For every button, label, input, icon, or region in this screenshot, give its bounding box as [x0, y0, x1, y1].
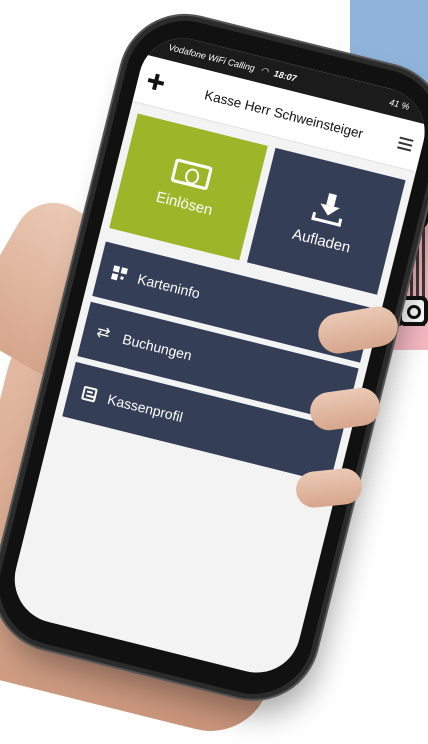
banknote-icon [170, 157, 214, 191]
menu-item-label: Kassenprofil [105, 390, 185, 426]
qr-code-icon [110, 265, 128, 283]
menu-item-label: Buchungen [120, 330, 194, 364]
calculator-icon [80, 385, 98, 403]
einloesen-button[interactable]: Einlösen [109, 113, 268, 261]
hamburger-menu-icon[interactable] [397, 136, 414, 152]
download-icon [311, 190, 347, 227]
finger [294, 466, 364, 510]
instagram-icon [398, 296, 428, 326]
tile-label: Einlösen [154, 188, 215, 219]
phone-screen: Vodafone WiFi Calling ◠ 18:07 41 % Kasse… [5, 29, 428, 682]
tile-label: Aufladen [290, 225, 353, 257]
menu-item-label: Karteninfo [135, 270, 202, 302]
swap-arrows-icon [96, 325, 113, 342]
phone-device: Vodafone WiFi Calling ◠ 18:07 41 % Kasse… [0, 8, 428, 707]
battery-level: 41 % [388, 97, 411, 112]
aufladen-button[interactable]: Aufladen [246, 147, 406, 295]
wifi-icon: ◠ [259, 64, 270, 77]
clock-time: 18:07 [272, 68, 298, 84]
